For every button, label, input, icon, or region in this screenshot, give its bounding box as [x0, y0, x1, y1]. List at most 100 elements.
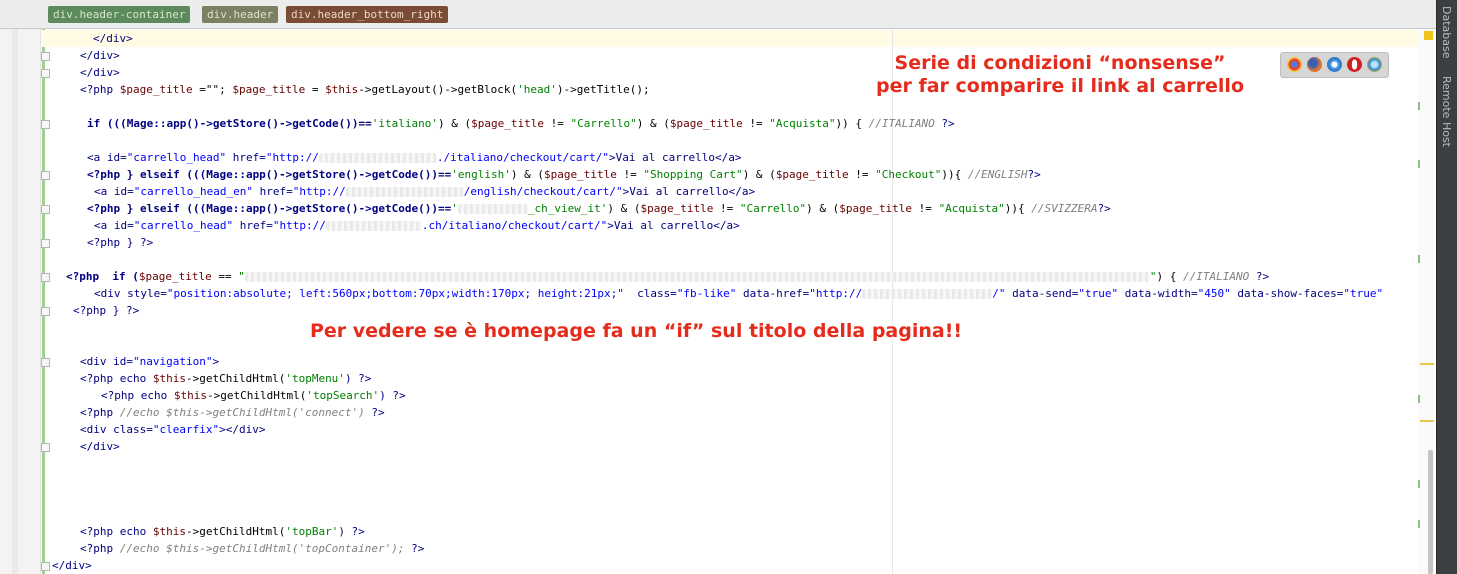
safari-icon[interactable] [1327, 57, 1342, 72]
breadcrumb: div.header-container div.header div.head… [0, 0, 1436, 29]
breadcrumb-item-header-bottom-right[interactable]: div.header_bottom_right [286, 6, 449, 23]
code-token: ) & ( [742, 168, 776, 181]
code-token: <?php [80, 406, 120, 419]
code-token: ?> [364, 406, 385, 419]
change-marker[interactable] [1418, 160, 1420, 168]
code-line[interactable]: <a id="carrello_head_en" href="http:// /e… [94, 183, 755, 200]
code-token: "Shopping Cart" [643, 168, 743, 181]
tool-tab-database[interactable]: Database [1440, 6, 1453, 59]
code-token: </div> [93, 32, 133, 45]
code-token: <?php } elseif (((Mage::app()->getStore(… [87, 168, 452, 181]
code-token: ) & ( [806, 202, 840, 215]
annotation-homepage: Per vedere se è homepage fa un “if” sul … [309, 320, 963, 342]
code-line[interactable]: </div> [80, 64, 120, 81]
line-gutter[interactable] [0, 29, 41, 574]
change-marker[interactable] [1418, 255, 1420, 263]
code-editor[interactable]: </div> </div> </div> <?php $page_title =… [41, 29, 1433, 574]
code-line[interactable]: <?php //echo $this->getChildHtml('connec… [80, 404, 385, 421]
code-token: "Carrello" [739, 202, 807, 215]
code-token: ->getLayout()->getBlock( [358, 83, 518, 96]
code-token: != [616, 168, 644, 181]
code-line[interactable]: <a id="carrello_head" href="http:// .ch/i… [94, 217, 740, 234]
code-token: .ch/italiano/checkout/cart/" [421, 219, 608, 232]
firefox-icon[interactable] [1307, 57, 1322, 72]
code-token: $page_title [471, 117, 544, 130]
change-marker[interactable] [1418, 480, 1420, 488]
code-line[interactable]: <div id="navigation"> [80, 353, 219, 370]
change-marker[interactable] [1418, 395, 1420, 403]
code-token: <?php [80, 83, 120, 96]
code-token: $page_title [669, 117, 743, 130]
code-token: _ch_view_it' [527, 202, 608, 215]
code-token: //SVIZZERA [1031, 202, 1098, 215]
code-token: $this [173, 389, 207, 402]
scrollbar-thumb[interactable] [1428, 450, 1433, 574]
code-token: <div class= [80, 423, 153, 436]
code-token: $page_title [775, 168, 849, 181]
code-token: != [713, 202, 740, 215]
code-token: ) ?> [379, 389, 406, 402]
code-token: "Acquista" [938, 202, 1005, 215]
breadcrumb-item-header[interactable]: div.header [202, 6, 279, 23]
code-token: //echo $this->getChildHtml('topContainer… [119, 542, 405, 555]
code-token: ></div> [219, 423, 266, 436]
code-line[interactable]: </div> [52, 557, 92, 574]
code-token: ?> [1249, 270, 1270, 283]
code-token: data-show-faces= [1230, 287, 1344, 300]
code-line[interactable]: if (((Mage::app()->getStore()->getCode()… [87, 115, 955, 132]
code-line[interactable]: <?php } ?> [87, 234, 153, 251]
change-marker[interactable] [1418, 520, 1420, 528]
code-token: <?php [80, 542, 120, 555]
redacted-text [457, 204, 528, 214]
redacted-text [862, 289, 993, 299]
code-line[interactable]: </div> [80, 47, 120, 64]
code-token: $page_title [232, 83, 306, 96]
code-line[interactable]: <?php } elseif (((Mage::app()->getStore(… [87, 166, 1041, 183]
code-token: "Carrello" [570, 117, 637, 130]
tool-window-bar: Database Remote Host [1436, 0, 1457, 574]
code-line[interactable]: <div class="clearfix"></div> [80, 421, 265, 438]
code-line[interactable]: <?php echo $this->getChildHtml('topBar')… [80, 523, 365, 540]
code-token: "450" [1197, 287, 1231, 300]
code-token: "http:// [809, 287, 863, 300]
code-line[interactable]: <div style="position:absolute; left:560p… [94, 285, 1383, 302]
code-token: "true" [1343, 287, 1384, 300]
code-line[interactable]: </div> [93, 30, 133, 47]
code-token: )->getTitle(); [556, 83, 650, 96]
breadcrumb-item-header-container[interactable]: div.header-container [48, 6, 191, 23]
code-line[interactable]: <?php if ($page_title == " ") { //ITALIAN… [66, 268, 1269, 285]
code-line[interactable]: <?php //echo $this->getChildHtml('topCon… [80, 540, 424, 557]
code-token: 'topMenu' [285, 372, 345, 385]
code-line[interactable]: </div> [80, 438, 120, 455]
chrome-icon[interactable] [1287, 57, 1302, 72]
code-token: ) ?> [338, 525, 365, 538]
code-line[interactable]: <?php echo $this->getChildHtml('topSearc… [101, 387, 406, 404]
warning-indicator-icon[interactable] [1424, 31, 1433, 40]
code-token: ) & ( [607, 202, 641, 215]
code-token: $page_title [119, 83, 193, 96]
change-marker[interactable] [1418, 102, 1420, 110]
code-token: href= [252, 185, 293, 198]
warning-marker[interactable] [1420, 363, 1434, 365]
warning-marker[interactable] [1420, 420, 1434, 422]
code-token: //echo $this->getChildHtml('connect') [119, 406, 365, 419]
code-line[interactable]: <?php $page_title =""; $page_title = $th… [80, 81, 650, 98]
code-token: != [742, 117, 770, 130]
opera-icon[interactable] [1347, 57, 1362, 72]
code-token: ?> [934, 117, 955, 130]
code-token: if (((Mage::app()->getStore()->getCode()… [87, 117, 372, 130]
code-line[interactable]: <?php } ?> [73, 302, 139, 319]
annotation-line: Serie di condizioni “nonsense” [894, 52, 1226, 74]
code-token: ?> [1027, 168, 1041, 181]
code-token: //ITALIANO [1182, 270, 1250, 283]
tool-tab-remote-host[interactable]: Remote Host [1440, 76, 1453, 147]
code-line[interactable]: <a id="carrello_head" href="http:// ./ita… [87, 149, 741, 166]
code-line[interactable]: <?php } elseif (((Mage::app()->getStore(… [87, 200, 1111, 217]
redacted-text [325, 221, 422, 231]
code-token: != [912, 202, 939, 215]
redacted-text [318, 153, 437, 163]
ie-icon[interactable] [1367, 57, 1382, 72]
code-token: "position:absolute; left:560px;bottom:70… [166, 287, 624, 300]
code-token: <?php echo [80, 525, 153, 538]
code-line[interactable]: <?php echo $this->getChildHtml('topMenu'… [80, 370, 371, 387]
